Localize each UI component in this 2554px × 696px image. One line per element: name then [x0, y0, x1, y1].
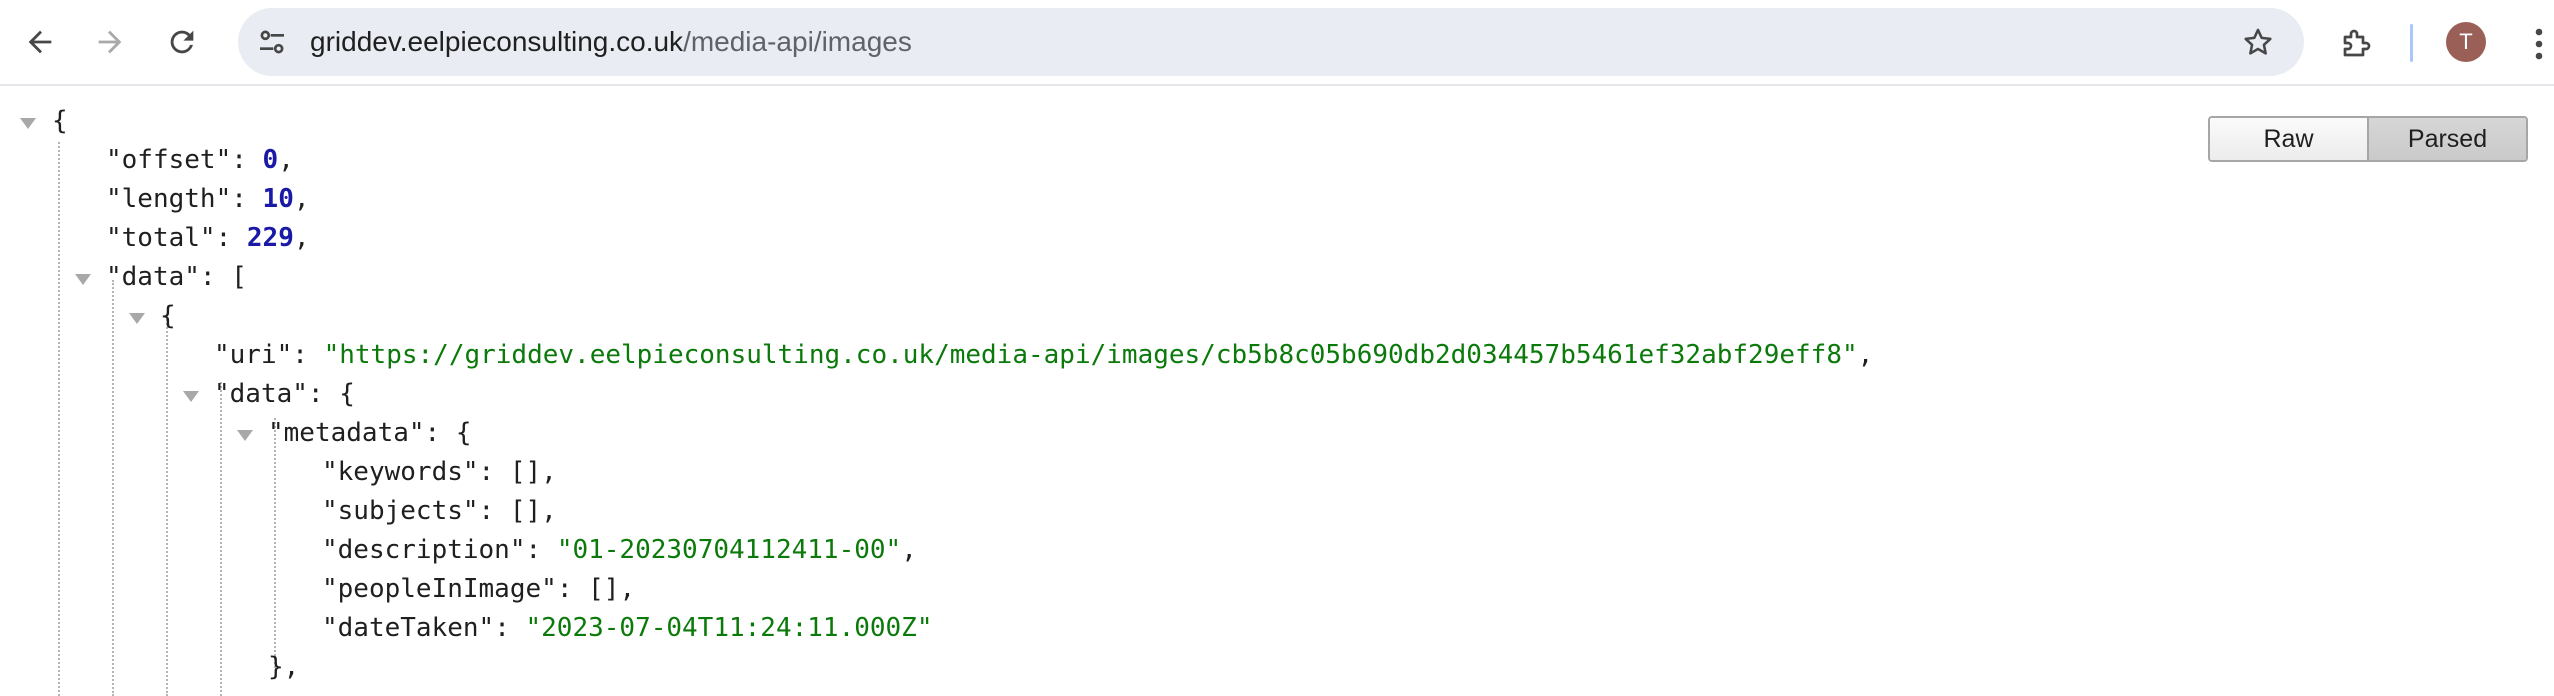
json-key: "dateTaken" — [322, 613, 495, 643]
json-array: [] — [588, 574, 620, 604]
collapse-arrow-icon[interactable] — [129, 313, 145, 324]
profile-avatar[interactable]: T — [2446, 22, 2486, 62]
json-key: "total" — [106, 223, 216, 253]
json-line-metadata: "metadata": { — [268, 418, 472, 448]
bookmark-star-icon[interactable] — [2238, 22, 2278, 62]
json-line-subjects: "subjects": [], — [322, 496, 557, 526]
json-line-total: "total": 229, — [106, 223, 310, 253]
indent-guide — [58, 142, 60, 696]
json-line-offset: "offset": 0, — [106, 145, 294, 175]
json-number: 229 — [246, 223, 294, 253]
site-info-icon[interactable] — [252, 22, 292, 62]
json-line-length: "length": 10, — [106, 184, 310, 214]
json-string: "https://griddev.eelpieconsulting.co.uk/… — [323, 340, 1858, 370]
reload-icon[interactable] — [156, 16, 208, 68]
json-line: }, — [268, 652, 300, 682]
json-viewer: { "offset": 0, "length": 10, "total": 22… — [0, 102, 2554, 696]
json-string: "2023-07-04T11:24:11.000Z" — [525, 613, 933, 643]
url-host: griddev.eelpieconsulting.co.uk — [310, 26, 684, 57]
indent-guide — [112, 280, 114, 696]
collapse-arrow-icon[interactable] — [20, 118, 36, 129]
json-key: "description" — [322, 535, 526, 565]
json-line-item-data: "data": { — [214, 379, 355, 409]
json-key: "data" — [106, 262, 200, 292]
forward-arrow-icon[interactable] — [84, 16, 136, 68]
json-number: 10 — [262, 184, 294, 214]
browser-toolbar: griddev.eelpieconsulting.co.uk/media-api… — [0, 0, 2554, 86]
indent-guide — [166, 316, 168, 696]
json-key: "metadata" — [268, 418, 425, 448]
toolbar-divider — [2410, 24, 2413, 62]
json-key: "uri" — [214, 340, 293, 370]
json-line-uri: "uri": "https://griddev.eelpieconsulting… — [214, 340, 1874, 370]
url-text[interactable]: griddev.eelpieconsulting.co.uk/media-api… — [310, 8, 912, 76]
json-key: "length" — [106, 184, 232, 214]
json-number: 0 — [262, 145, 279, 175]
json-key: "keywords" — [322, 457, 479, 487]
json-line-date-taken: "dateTaken": "2023-07-04T11:24:11.000Z" — [322, 613, 933, 643]
collapse-arrow-icon[interactable] — [237, 430, 253, 441]
json-string: "01-20230704112411-00" — [556, 535, 902, 565]
json-line-keywords: "keywords": [], — [322, 457, 557, 487]
url-path: /media-api/images — [683, 26, 912, 57]
json-line-people: "peopleInImage": [], — [322, 574, 636, 604]
json-key: "data" — [214, 379, 308, 409]
address-bar[interactable]: griddev.eelpieconsulting.co.uk/media-api… — [238, 8, 2304, 76]
json-array: [] — [509, 496, 542, 526]
kebab-menu-icon[interactable] — [2524, 22, 2554, 66]
json-line: { — [160, 301, 176, 331]
collapse-arrow-icon[interactable] — [75, 274, 91, 285]
json-line-data: "data": [ — [106, 262, 247, 292]
json-line-description: "description": "01-20230704112411-00", — [322, 535, 917, 565]
indent-guide — [220, 382, 222, 696]
extensions-icon[interactable] — [2332, 18, 2382, 68]
back-arrow-icon[interactable] — [14, 16, 66, 68]
json-key: "subjects" — [322, 496, 479, 526]
json-line: { — [52, 106, 68, 136]
json-key: "offset" — [106, 145, 232, 175]
json-key: "peopleInImage" — [322, 574, 557, 604]
json-array: [] — [509, 457, 542, 487]
indent-guide — [274, 418, 276, 668]
collapse-arrow-icon[interactable] — [183, 391, 199, 402]
